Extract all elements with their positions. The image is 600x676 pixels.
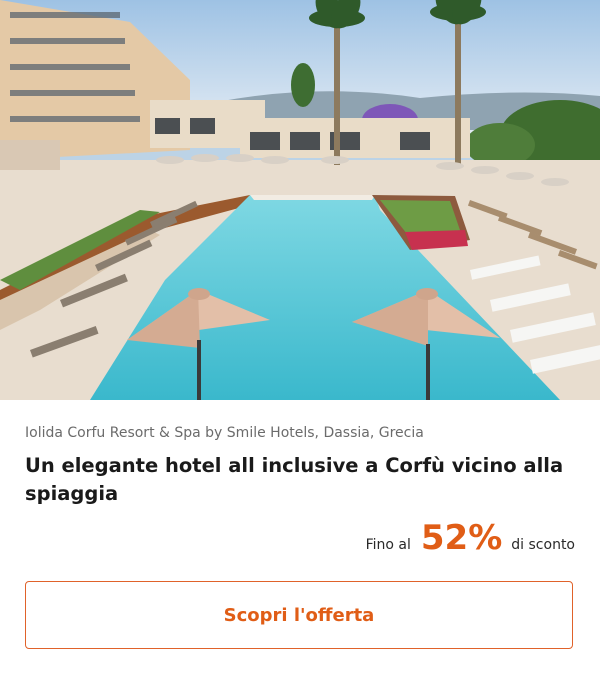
offer-card[interactable]: Iolida Corfu Resort & Spa by Smile Hotel… bbox=[0, 0, 600, 676]
hotel-photo[interactable] bbox=[0, 0, 600, 400]
discount-suffix: di sconto bbox=[511, 537, 575, 553]
discover-offer-button[interactable]: Scopri l'offerta bbox=[25, 581, 573, 649]
offer-title[interactable]: Un elegante hotel all inclusive a Corfù … bbox=[25, 452, 565, 508]
discount-prefix: Fino al bbox=[365, 537, 411, 553]
hotel-location: Iolida Corfu Resort & Spa by Smile Hotel… bbox=[25, 425, 424, 441]
discount-info: Fino al 52% di sconto bbox=[366, 518, 575, 558]
discount-percentage: 52% bbox=[420, 518, 503, 558]
